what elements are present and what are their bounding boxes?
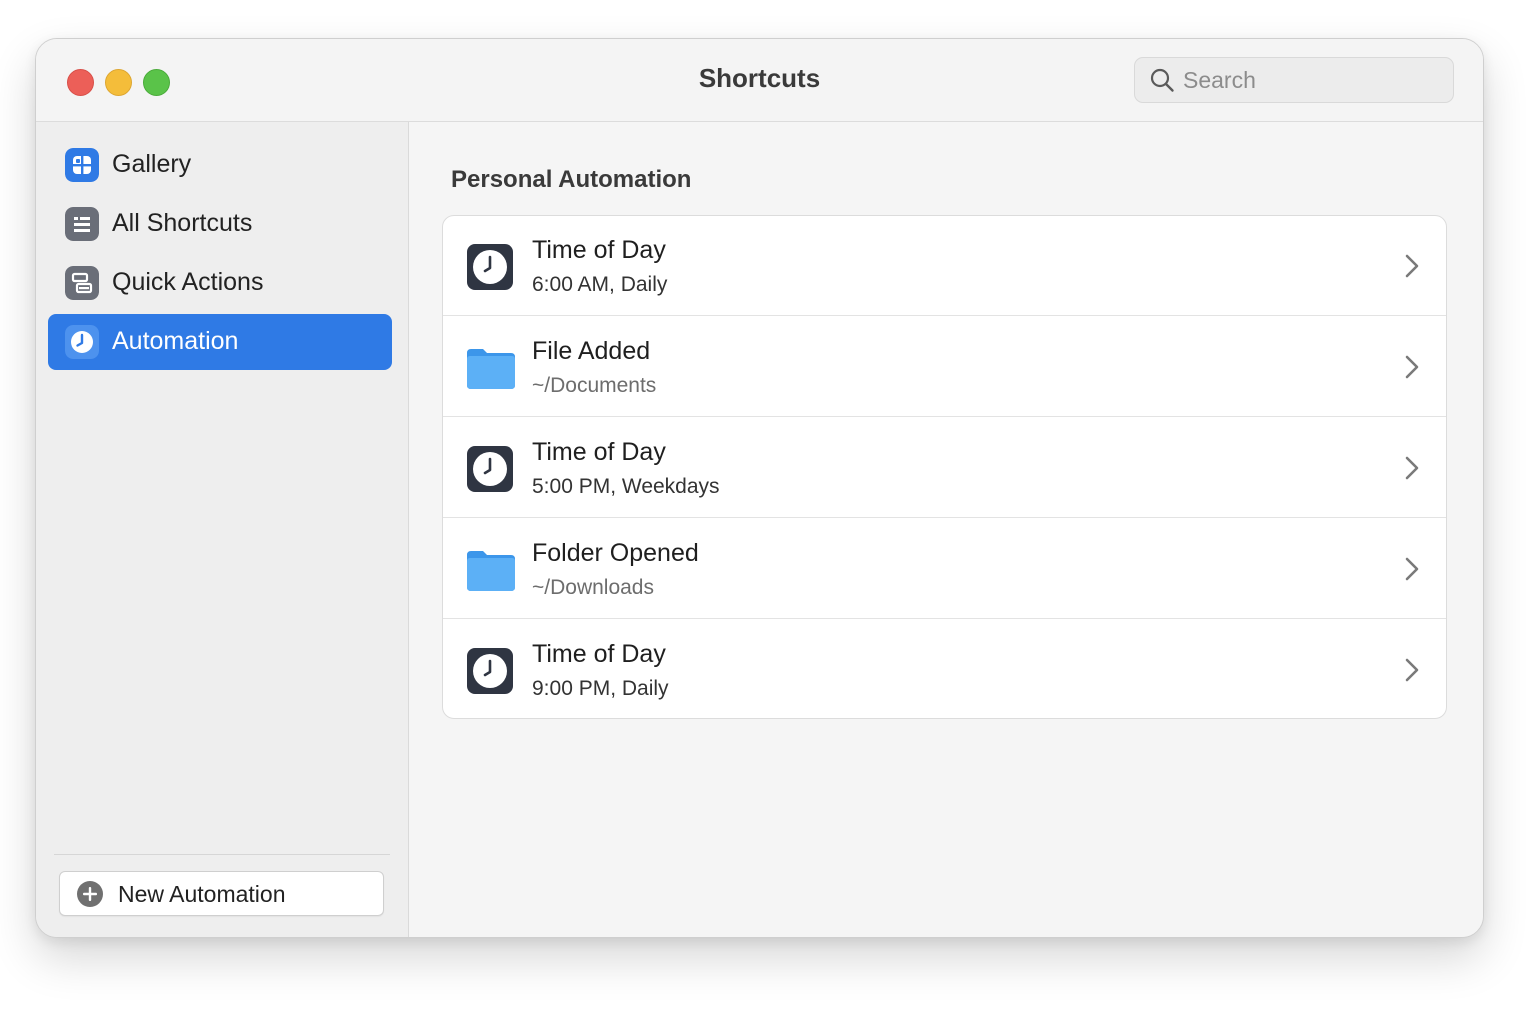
- main-content: Personal Automation Time of Day 6:00 AM,…: [409, 122, 1483, 937]
- new-automation-label: New Automation: [118, 881, 286, 907]
- row-title: Time of Day: [532, 438, 666, 466]
- section-title: Personal Automation: [451, 166, 692, 193]
- sidebar: Gallery All Shortcuts Quick Actions Auto…: [36, 122, 409, 937]
- chevron-right-icon: [1405, 557, 1419, 581]
- row-subtitle: 6:00 AM, Daily: [532, 273, 668, 296]
- clock-icon: [467, 446, 513, 492]
- row-divider: [443, 315, 1446, 316]
- search-icon: [1150, 68, 1174, 92]
- clock-icon: [467, 244, 513, 290]
- quick-actions-icon: [65, 266, 99, 300]
- row-divider: [443, 517, 1446, 518]
- row-title: Time of Day: [532, 236, 666, 264]
- automation-icon: [65, 325, 99, 359]
- sidebar-item-all-shortcuts[interactable]: All Shortcuts: [48, 196, 392, 252]
- plus-circle-icon: [77, 881, 103, 907]
- sidebar-item-label: Gallery: [112, 150, 192, 178]
- automation-row[interactable]: Time of Day 5:00 PM, Weekdays: [443, 418, 1446, 518]
- automation-list: Time of Day 6:00 AM, Daily File Added ~/…: [442, 215, 1447, 719]
- sidebar-item-label: All Shortcuts: [112, 209, 253, 237]
- automation-row[interactable]: File Added ~/Documents: [443, 317, 1446, 417]
- sidebar-item-automation[interactable]: Automation: [48, 314, 392, 370]
- clock-icon: [467, 648, 513, 694]
- all-shortcuts-icon: [65, 207, 99, 241]
- chevron-right-icon: [1405, 254, 1419, 278]
- sidebar-item-gallery[interactable]: Gallery: [48, 137, 392, 193]
- automation-row[interactable]: Time of Day 9:00 PM, Daily: [443, 620, 1446, 718]
- row-subtitle: ~/Documents: [532, 374, 657, 397]
- row-subtitle: ~/Downloads: [532, 576, 654, 599]
- chevron-right-icon: [1405, 355, 1419, 379]
- row-title: Folder Opened: [532, 539, 699, 567]
- folder-icon: [467, 349, 515, 389]
- sidebar-item-label: Quick Actions: [112, 268, 264, 296]
- row-subtitle: 5:00 PM, Weekdays: [532, 475, 720, 498]
- search-field[interactable]: Search: [1134, 57, 1454, 103]
- automation-row[interactable]: Folder Opened ~/Downloads: [443, 519, 1446, 619]
- gallery-icon: [65, 148, 99, 182]
- title-bar: Shortcuts Search: [36, 39, 1483, 122]
- chevron-right-icon: [1405, 456, 1419, 480]
- row-divider: [443, 618, 1446, 619]
- row-title: File Added: [532, 337, 651, 365]
- chevron-right-icon: [1405, 658, 1419, 682]
- new-automation-button[interactable]: New Automation: [59, 871, 384, 916]
- sidebar-divider: [54, 854, 390, 855]
- sidebar-item-quick-actions[interactable]: Quick Actions: [48, 255, 392, 311]
- folder-icon: [467, 551, 515, 591]
- automation-row[interactable]: Time of Day 6:00 AM, Daily: [443, 216, 1446, 316]
- sidebar-item-label: Automation: [112, 327, 239, 355]
- shortcuts-window: Shortcuts Search Gallery All Shortcuts Q…: [35, 38, 1484, 938]
- row-divider: [443, 416, 1446, 417]
- row-title: Time of Day: [532, 640, 666, 668]
- row-subtitle: 9:00 PM, Daily: [532, 677, 669, 700]
- search-placeholder: Search: [1183, 67, 1256, 93]
